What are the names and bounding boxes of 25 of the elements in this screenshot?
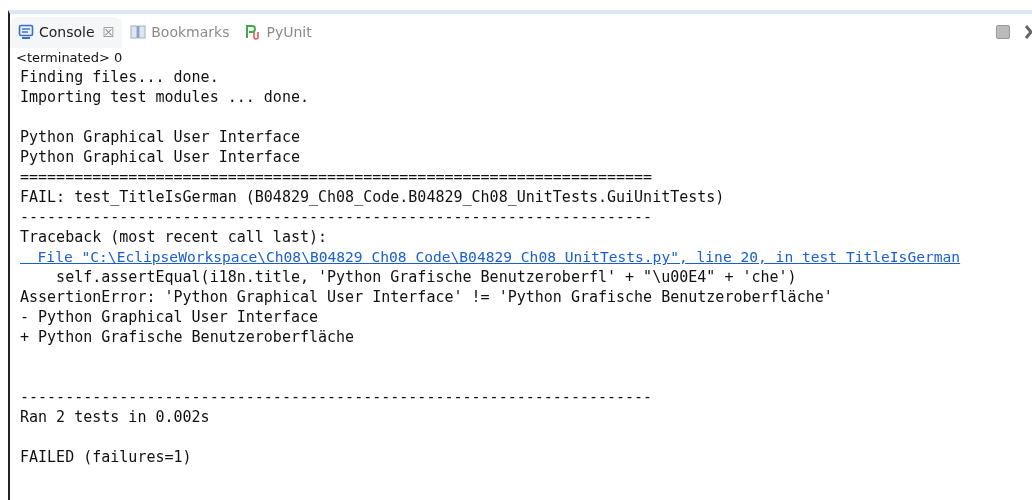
close-icon[interactable]: ☒ — [102, 24, 115, 40]
process-status: <terminated> 0 — [15, 49, 124, 67]
toolbar-icon[interactable] — [1024, 24, 1032, 40]
file-link[interactable]: File "C:\EclipseWorkspace\Ch08\B04829 Ch08 Code\B04829 Ch08 UnitTests.py", line 20, in test TitleIsGerman — [20, 248, 961, 265]
book-icon — [130, 24, 147, 40]
console-line: Traceback (most recent call last): — [20, 227, 329, 247]
console-line: ---------------------------------------------------------------------- — [20, 207, 654, 227]
console-line: self.assertEqual(i18n.title, 'Python Grafische Benutzeroberfl' + "\u00E4" + 'che') — [55, 267, 798, 287]
console-line: - Python Graphical User Interface — [20, 307, 319, 327]
monitor-icon — [18, 24, 34, 40]
console-line: Python Graphical User Interface — [20, 127, 301, 147]
console-line: Importing test modules ... done. — [20, 87, 310, 107]
console-line: Finding files... done. — [20, 67, 220, 87]
pyunit-icon — [245, 24, 262, 40]
console-line: Ran 2 tests in 0.002s — [20, 407, 211, 427]
view-tab[interactable]: PyUnit — [237, 17, 320, 48]
view-tab[interactable]: Console ☒ — [10, 17, 123, 48]
console-line: + Python Grafische Benutzeroberfläche — [20, 327, 356, 347]
console-line: ---------------------------------------------------------------------- — [20, 387, 654, 407]
view-tab[interactable]: Bookmarks — [122, 17, 238, 48]
console-line: AssertionError: 'Python Graphical User Interface' != 'Python Grafische Benutzeroberfläche' — [20, 287, 834, 307]
console-line: Python Graphical User Interface — [20, 147, 301, 167]
console-line: FAILED (failures=1) — [20, 447, 193, 467]
console-line: FAIL: test_TitleIsGerman (B04829_Ch08_Code.B04829_Ch08_UnitTests.GuiUnitTests) — [20, 187, 726, 207]
console-line: ====================================================================== — [20, 167, 654, 187]
